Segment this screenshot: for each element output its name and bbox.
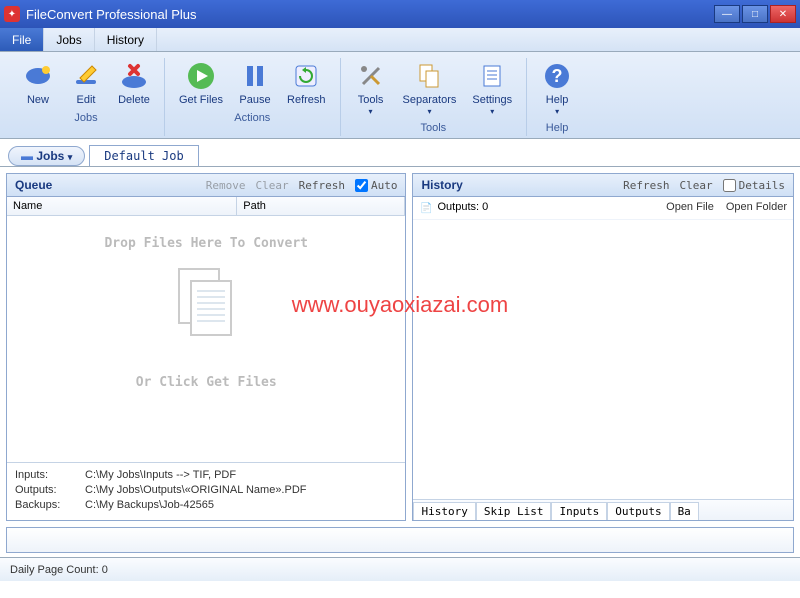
output-arrow-icon: 📄 xyxy=(419,201,433,215)
queue-paths: Inputs:C:\My Jobs\Inputs --> TIF, PDF Ou… xyxy=(7,462,405,520)
tools-icon xyxy=(355,60,387,92)
history-header: History Refresh Clear Details xyxy=(413,174,793,197)
queue-remove[interactable]: Remove xyxy=(206,179,246,192)
backups-label: Backups: xyxy=(15,499,85,511)
click-hint: Or Click Get Files xyxy=(7,355,405,390)
history-tabs: History Skip List Inputs Outputs Ba xyxy=(413,499,793,520)
queue-refresh[interactable]: Refresh xyxy=(299,179,345,192)
htab-skiplist[interactable]: Skip List xyxy=(476,502,552,520)
ribbon-group-actions: Get Files Pause Refresh Actions xyxy=(165,58,341,136)
menu-file[interactable]: File xyxy=(0,28,44,51)
app-title: FileConvert Professional Plus xyxy=(26,7,712,22)
inputs-value: C:\My Jobs\Inputs --> TIF, PDF xyxy=(85,469,236,481)
ribbon-group-label: Jobs xyxy=(74,112,97,126)
svg-text:?: ? xyxy=(552,66,563,86)
refresh-icon xyxy=(290,60,322,92)
jobs-pill[interactable]: ▬ Jobs ▾ xyxy=(8,146,85,166)
daily-page-count: Daily Page Count: 0 xyxy=(10,564,108,576)
htab-history[interactable]: History xyxy=(413,502,475,520)
ribbon-group-label: Actions xyxy=(234,112,270,126)
help-icon: ? xyxy=(541,60,573,92)
ribbon-group-label: Tools xyxy=(420,122,446,136)
ribbon: New Edit Delete Jobs Get Files xyxy=(0,52,800,139)
htab-inputs[interactable]: Inputs xyxy=(551,502,607,520)
queue-header: Queue Remove Clear Refresh Auto xyxy=(7,174,405,197)
pause-icon xyxy=(239,60,271,92)
filter-bar xyxy=(6,527,794,553)
history-body xyxy=(413,220,793,499)
outputs-value: C:\My Jobs\Outputs\«ORIGINAL Name».PDF xyxy=(85,484,307,496)
open-folder-link[interactable]: Open Folder xyxy=(726,201,787,215)
auto-label: Auto xyxy=(371,179,398,192)
close-button[interactable]: ✕ xyxy=(770,5,796,23)
pencil-icon xyxy=(70,60,102,92)
titlebar: ✦ FileConvert Professional Plus — □ ✕ xyxy=(0,0,800,28)
queue-clear[interactable]: Clear xyxy=(256,179,289,192)
pause-button[interactable]: Pause xyxy=(233,58,277,108)
col-name[interactable]: Name xyxy=(7,197,237,215)
documents-icon xyxy=(171,263,241,343)
outputs-count: Outputs: 0 xyxy=(437,201,654,215)
settings-button[interactable]: Settings▾ xyxy=(466,58,518,118)
drop-hint: Drop Files Here To Convert xyxy=(7,216,405,251)
outputs-label: Outputs: xyxy=(15,484,85,496)
history-title: History xyxy=(421,178,613,192)
queue-title: Queue xyxy=(15,178,196,192)
separators-button[interactable]: Separators▾ xyxy=(397,58,463,118)
minimize-button[interactable]: — xyxy=(714,5,740,23)
new-button[interactable]: New xyxy=(16,58,60,108)
ribbon-group-jobs: New Edit Delete Jobs xyxy=(8,58,165,136)
menu-history[interactable]: History xyxy=(95,28,157,51)
inputs-label: Inputs: xyxy=(15,469,85,481)
main-area: Queue Remove Clear Refresh Auto Name Pat… xyxy=(0,167,800,527)
history-clear[interactable]: Clear xyxy=(680,179,713,192)
history-refresh[interactable]: Refresh xyxy=(623,179,669,192)
edit-button[interactable]: Edit xyxy=(64,58,108,108)
job-tab-default[interactable]: Default Job xyxy=(89,145,198,166)
delete-icon xyxy=(118,60,150,92)
queue-panel: Queue Remove Clear Refresh Auto Name Pat… xyxy=(6,173,406,521)
refresh-button[interactable]: Refresh xyxy=(281,58,332,108)
htab-outputs[interactable]: Outputs xyxy=(607,502,669,520)
delete-button[interactable]: Delete xyxy=(112,58,156,108)
backups-value: C:\My Backups\Job-42565 xyxy=(85,499,214,511)
play-icon xyxy=(185,60,217,92)
tools-button[interactable]: Tools▾ xyxy=(349,58,393,118)
settings-icon xyxy=(476,60,508,92)
maximize-button[interactable]: □ xyxy=(742,5,768,23)
col-path[interactable]: Path xyxy=(237,197,405,215)
outputs-row: 📄 Outputs: 0 Open File Open Folder xyxy=(413,197,793,220)
menu-jobs[interactable]: Jobs xyxy=(44,28,94,51)
details-label: Details xyxy=(739,179,785,192)
status-bar: Daily Page Count: 0 xyxy=(0,557,800,581)
getfiles-button[interactable]: Get Files xyxy=(173,58,229,108)
separators-icon xyxy=(413,60,445,92)
new-icon xyxy=(22,60,54,92)
queue-columns: Name Path xyxy=(7,197,405,216)
history-panel: History Refresh Clear Details 📄 Outputs:… xyxy=(412,173,794,521)
ribbon-group-label: Help xyxy=(546,122,569,136)
menubar: File Jobs History xyxy=(0,28,800,52)
ribbon-group-tools: Tools▾ Separators▾ Settings▾ Tools xyxy=(341,58,528,136)
details-checkbox[interactable] xyxy=(723,179,736,192)
htab-backups[interactable]: Ba xyxy=(670,502,699,520)
app-icon: ✦ xyxy=(4,6,20,22)
job-tabbar: ▬ Jobs ▾ Default Job xyxy=(0,139,800,167)
queue-body[interactable]: Drop Files Here To Convert Or Click Get … xyxy=(7,216,405,462)
ribbon-group-help: ? Help▾ Help xyxy=(527,58,587,136)
help-button[interactable]: ? Help▾ xyxy=(535,58,579,118)
open-file-link[interactable]: Open File xyxy=(666,201,714,215)
auto-checkbox[interactable] xyxy=(355,179,368,192)
